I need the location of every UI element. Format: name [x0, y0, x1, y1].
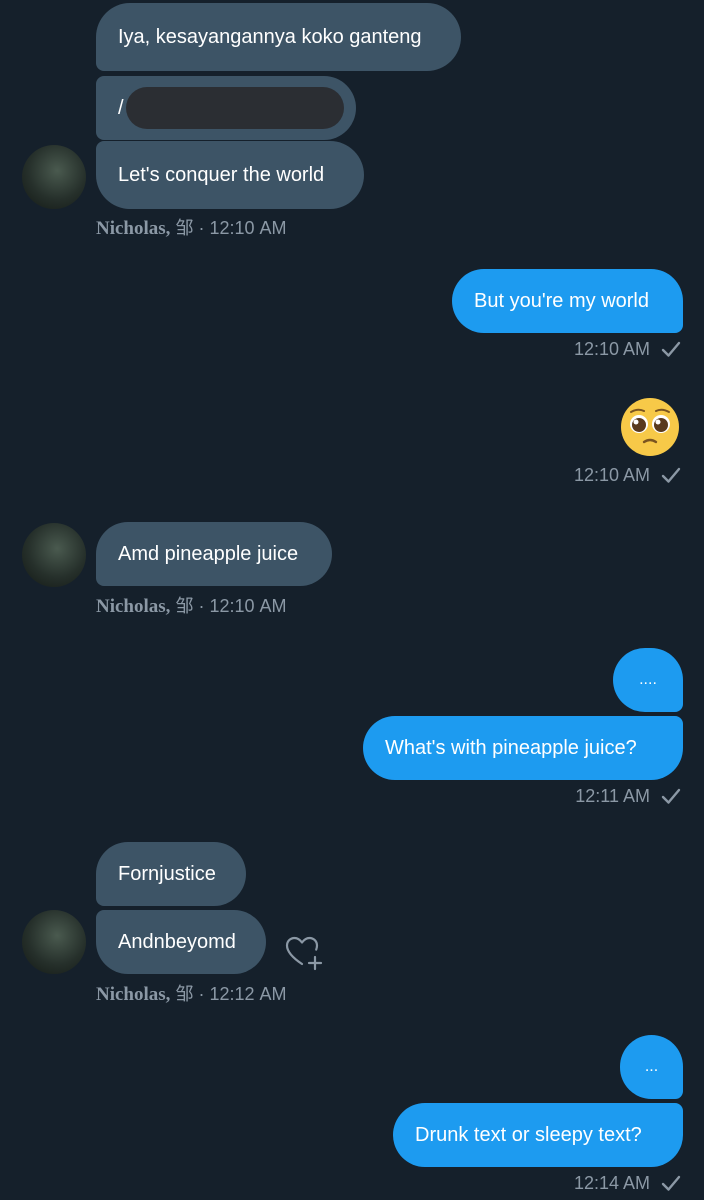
message-text: ...: [644, 1058, 659, 1075]
timestamp: 12:11 AM: [575, 785, 650, 806]
message-bubble-outgoing[interactable]: ...: [620, 1035, 683, 1099]
message-bubble-incoming[interactable]: Let's conquer the world: [96, 141, 364, 209]
message-meta: Nicholas, 邹 · 12:12 AM: [96, 980, 287, 1006]
message-text: Drunk text or sleepy text?: [415, 1124, 642, 1146]
checkmark-icon: [661, 467, 681, 483]
sender-initial: 邹: [175, 596, 194, 616]
message-status: 12:11 AM: [575, 785, 682, 807]
redacted-text: [126, 87, 344, 129]
timestamp: · 12:12 AM: [198, 984, 287, 1004]
message-bubble-incoming[interactable]: Iya, kesayangannya koko ganteng: [96, 3, 461, 71]
message-status: 12:10 AM: [574, 464, 682, 486]
message-text: Andnbeyomd: [118, 931, 236, 953]
sender-initial: 邹: [175, 984, 194, 1004]
message-text: Fornjustice: [118, 863, 216, 885]
add-reaction-button[interactable]: [283, 933, 325, 973]
sender-name: Nicholas,: [96, 984, 171, 1005]
message-text: But you're my world: [474, 290, 649, 312]
sender-initial: 邹: [175, 218, 194, 238]
timestamp: · 12:10 AM: [198, 218, 287, 238]
message-status: 12:10 AM: [574, 338, 682, 360]
message-text: /: [118, 97, 124, 119]
pleading-face-icon: [621, 398, 679, 456]
avatar[interactable]: [22, 523, 86, 587]
message-bubble-incoming[interactable]: Amd pineapple juice: [96, 522, 332, 586]
message-bubble-incoming[interactable]: Fornjustice: [96, 842, 246, 906]
message-bubble-outgoing[interactable]: Drunk text or sleepy text?: [393, 1103, 683, 1167]
checkmark-icon: [661, 1175, 681, 1191]
message-meta: Nicholas, 邹 · 12:10 AM: [96, 214, 287, 240]
timestamp: 12:10 AM: [573, 464, 650, 485]
message-status: 12:14 AM: [574, 1172, 682, 1194]
avatar[interactable]: [22, 145, 86, 209]
timestamp: 12:10 AM: [573, 338, 650, 359]
pleading-face-emoji[interactable]: 🥺: [620, 397, 680, 457]
message-bubble-incoming[interactable]: Andnbeyomd: [96, 910, 266, 974]
sender-name: Nicholas,: [96, 596, 171, 617]
timestamp: 12:14 AM: [573, 1172, 650, 1193]
checkmark-icon: [661, 788, 681, 804]
message-text: Let's conquer the world: [118, 164, 325, 186]
message-bubble-outgoing[interactable]: What's with pineapple juice?: [363, 716, 683, 780]
checkmark-icon: [661, 341, 681, 357]
sender-name: Nicholas,: [96, 218, 171, 239]
message-meta: Nicholas, 邹 · 12:10 AM: [96, 592, 287, 618]
timestamp: · 12:10 AM: [198, 596, 287, 616]
message-bubble-outgoing[interactable]: But you're my world: [452, 269, 683, 333]
message-text: Amd pineapple juice: [118, 543, 299, 565]
avatar[interactable]: [22, 910, 86, 974]
message-text: Iya, kesayangannya koko ganteng: [118, 26, 422, 48]
message-text: What's with pineapple juice?: [385, 737, 637, 759]
message-text: ....: [639, 671, 657, 688]
add-reaction-heart-icon: [285, 936, 323, 971]
message-bubble-outgoing[interactable]: ....: [613, 648, 683, 712]
